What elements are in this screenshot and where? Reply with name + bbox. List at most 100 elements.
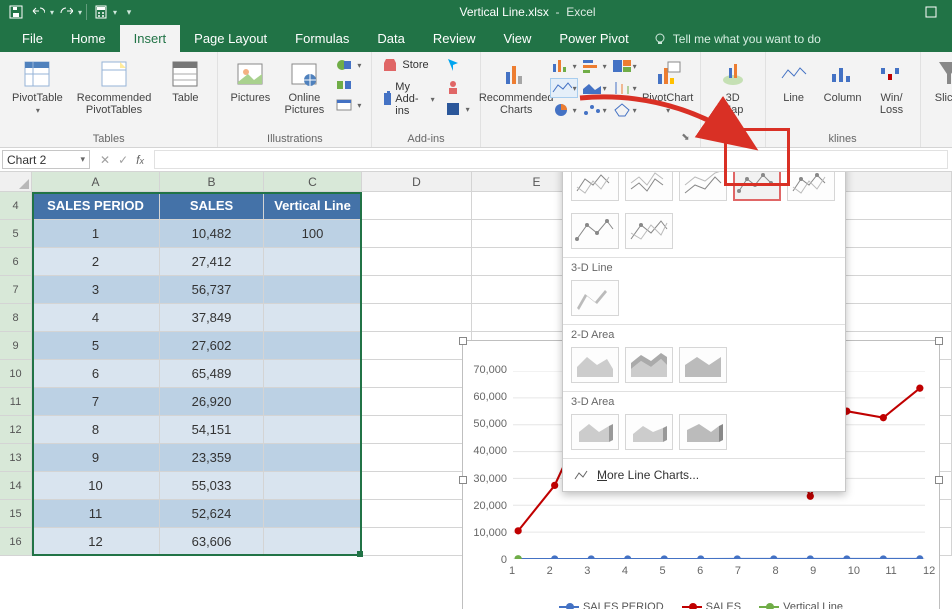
data-cell[interactable] (264, 472, 362, 500)
table-header-cell[interactable]: Vertical Line (264, 192, 362, 220)
empty-cell[interactable] (362, 248, 472, 276)
slicer-button[interactable]: Slicer (929, 56, 952, 106)
3d-map-button[interactable]: 3D Map▾ (709, 56, 757, 129)
data-cell[interactable]: 63,606 (160, 528, 264, 556)
more-line-charts[interactable]: More Line Charts... (563, 459, 845, 491)
store-button[interactable]: Store (380, 56, 436, 74)
data-cell[interactable]: 6 (32, 360, 160, 388)
empty-cell[interactable] (362, 444, 472, 472)
cancel-icon[interactable]: ✕ (100, 153, 110, 167)
data-cell[interactable]: 27,602 (160, 332, 264, 360)
data-cell[interactable]: 26,920 (160, 388, 264, 416)
area-thumb-2[interactable] (625, 347, 673, 383)
row-header[interactable]: 8 (0, 304, 32, 332)
enter-icon[interactable]: ✓ (118, 153, 128, 167)
data-cell[interactable] (264, 388, 362, 416)
tab-file[interactable]: File (8, 25, 57, 52)
online-pictures-button[interactable]: Online Pictures (280, 56, 328, 118)
line-chart-thumb-1[interactable] (571, 172, 619, 201)
data-cell[interactable]: 65,489 (160, 360, 264, 388)
redo-icon[interactable] (56, 2, 76, 22)
empty-cell[interactable] (362, 416, 472, 444)
data-cell[interactable]: 23,359 (160, 444, 264, 472)
line-chart-thumb-2[interactable] (625, 172, 673, 201)
row-header[interactable]: 7 (0, 276, 32, 304)
data-cell[interactable] (264, 360, 362, 388)
screenshot-button[interactable]: ▾ (334, 96, 363, 114)
3d-area-thumb-1[interactable] (571, 414, 619, 450)
data-cell[interactable]: 55,033 (160, 472, 264, 500)
charts-dialog-launcher[interactable]: ⬊ (679, 132, 691, 145)
area-thumb-3[interactable] (679, 347, 727, 383)
fx-icon[interactable]: fx (136, 153, 144, 167)
recommended-charts-button[interactable]: Recommended Charts (489, 56, 544, 118)
data-cell[interactable]: 27,412 (160, 248, 264, 276)
tab-insert[interactable]: Insert (120, 25, 181, 52)
formula-input[interactable] (154, 150, 948, 169)
shapes-button[interactable]: ▾ (334, 56, 363, 74)
col-header-c[interactable]: C (264, 172, 362, 191)
empty-cell[interactable] (362, 192, 472, 220)
pivottable-button[interactable]: PivotTable▾ (8, 56, 67, 117)
data-cell[interactable]: 100 (264, 220, 362, 248)
stock-chart-button[interactable]: ▾ (610, 78, 638, 98)
sparkline-winloss-button[interactable]: Win/ Loss (872, 56, 912, 118)
data-cell[interactable] (264, 416, 362, 444)
data-cell[interactable] (264, 528, 362, 556)
undo-icon[interactable] (28, 2, 48, 22)
pictures-button[interactable]: Pictures (226, 56, 274, 106)
empty-cell[interactable] (362, 276, 472, 304)
row-header[interactable]: 16 (0, 528, 32, 556)
tab-review[interactable]: Review (419, 25, 490, 52)
my-addins-button[interactable]: My Add-ins ▾ (380, 80, 436, 118)
data-cell[interactable] (264, 248, 362, 276)
resize-handle[interactable] (935, 476, 943, 484)
pie-chart-button[interactable]: ▾ (550, 100, 578, 120)
empty-cell[interactable] (362, 360, 472, 388)
data-cell[interactable]: 7 (32, 388, 160, 416)
recommended-pivottables-button[interactable]: Recommended PivotTables (73, 56, 156, 118)
save-icon[interactable] (6, 2, 26, 22)
sparkline-line-button[interactable]: Line (774, 56, 814, 106)
data-cell[interactable]: 3 (32, 276, 160, 304)
column-chart-button[interactable]: ▾ (550, 56, 578, 76)
data-cell[interactable]: 9 (32, 444, 160, 472)
col-header-b[interactable]: B (160, 172, 264, 191)
3d-area-thumb-3[interactable] (679, 414, 727, 450)
line-chart-thumb-6[interactable] (571, 213, 619, 249)
empty-cell[interactable] (362, 220, 472, 248)
bar-chart-button[interactable]: ▾ (580, 56, 608, 76)
row-header[interactable]: 6 (0, 248, 32, 276)
data-cell[interactable]: 11 (32, 500, 160, 528)
line-chart-button[interactable]: ▾ (550, 78, 578, 98)
pivotchart-button[interactable]: PivotChart▾ (644, 56, 692, 117)
row-header[interactable]: 11 (0, 388, 32, 416)
tab-power-pivot[interactable]: Power Pivot (545, 25, 642, 52)
empty-cell[interactable] (362, 304, 472, 332)
data-cell[interactable]: 2 (32, 248, 160, 276)
line-markers-thumb[interactable] (733, 172, 781, 201)
line-chart-thumb-5[interactable] (787, 172, 835, 201)
maximize-icon[interactable] (916, 2, 946, 22)
row-header[interactable]: 14 (0, 472, 32, 500)
tab-data[interactable]: Data (363, 25, 418, 52)
data-cell[interactable]: 12 (32, 528, 160, 556)
line-chart-thumb-3[interactable] (679, 172, 727, 201)
data-cell[interactable] (264, 304, 362, 332)
data-cell[interactable]: 56,737 (160, 276, 264, 304)
people-graph-button[interactable] (443, 78, 472, 96)
resize-handle[interactable] (459, 337, 467, 345)
treemap-button[interactable]: ▾ (610, 56, 638, 76)
col-header-a[interactable]: A (32, 172, 160, 191)
3d-line-thumb[interactable] (571, 280, 619, 316)
data-cell[interactable]: 10,482 (160, 220, 264, 248)
resize-handle[interactable] (935, 337, 943, 345)
data-cell[interactable]: 37,849 (160, 304, 264, 332)
empty-cell[interactable] (362, 388, 472, 416)
data-cell[interactable]: 54,151 (160, 416, 264, 444)
sparkline-column-button[interactable]: Column (820, 56, 866, 106)
data-cell[interactable]: 10 (32, 472, 160, 500)
empty-cell[interactable] (362, 472, 472, 500)
tell-me-search[interactable]: Tell me what you want to do (643, 26, 831, 52)
table-header-cell[interactable]: SALES (160, 192, 264, 220)
